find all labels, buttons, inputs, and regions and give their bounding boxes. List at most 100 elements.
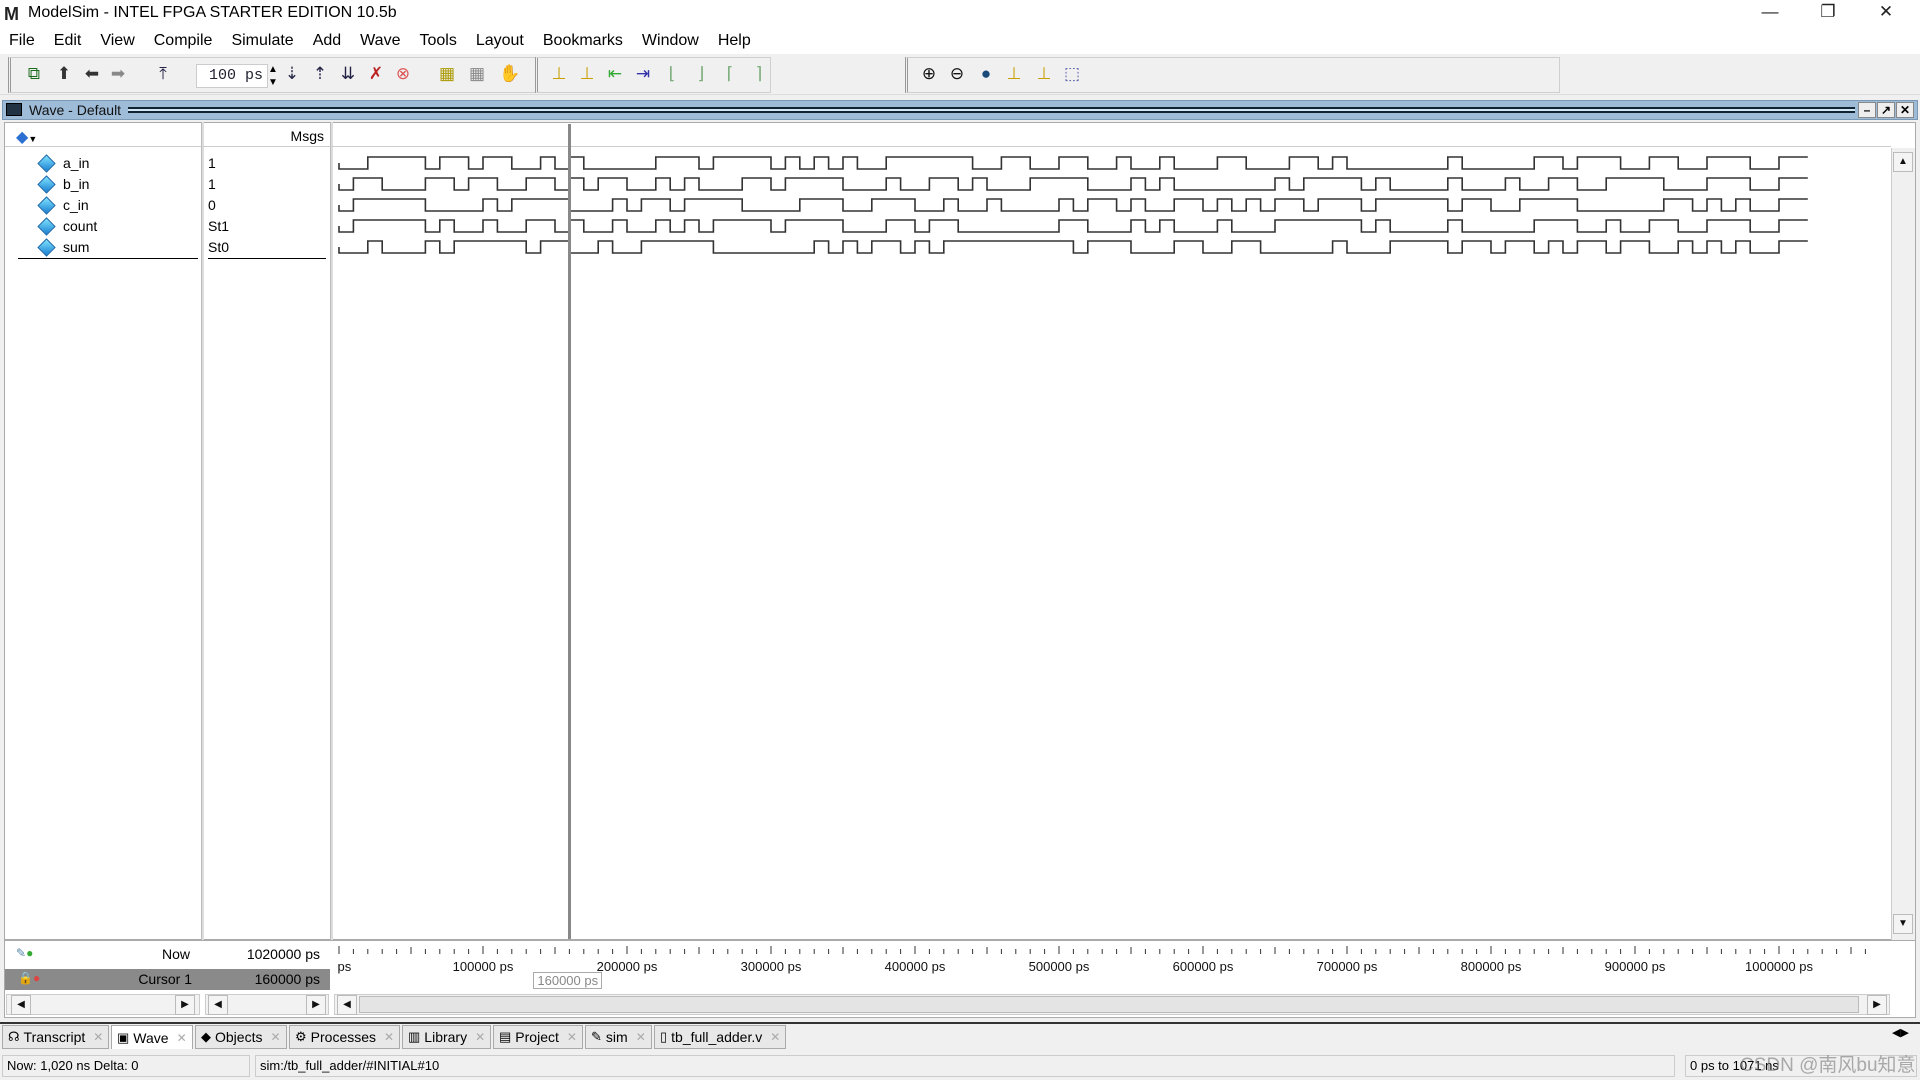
previous-rising-edge-icon[interactable]: ⌈	[718, 62, 742, 86]
pane-minimize-button[interactable]: –	[1858, 102, 1876, 118]
zoom-cursor-icon[interactable]: ⊥	[1002, 62, 1026, 86]
signal-row-c_in[interactable]: c_in	[37, 195, 89, 215]
insert-cursor-icon[interactable]: ⊥	[547, 62, 571, 86]
copy-icon[interactable]: ⧉	[22, 62, 46, 86]
next-rising-edge-icon[interactable]: ⌉	[747, 62, 771, 86]
cursor-value[interactable]: 160000 ps	[208, 971, 320, 987]
wave-hscrollbar[interactable]: ◀ ▶	[334, 994, 1890, 1015]
menu-file[interactable]: File	[8, 32, 36, 50]
menu-simulate[interactable]: Simulate	[230, 32, 294, 50]
waveform-a_in[interactable]	[338, 156, 1808, 170]
close-tab-icon[interactable]: ✕	[567, 1030, 577, 1044]
scroll-left-button[interactable]: ◀	[337, 995, 357, 1015]
scroll-right-button[interactable]: ▶	[306, 995, 326, 1015]
menu-view[interactable]: View	[99, 32, 135, 50]
scroll-right-button[interactable]: ▶	[1867, 995, 1887, 1015]
break-icon[interactable]: ✗	[364, 62, 388, 86]
minimize-button[interactable]: —	[1750, 2, 1790, 26]
signal-row-sum[interactable]: sum	[37, 237, 89, 257]
pane-drag-handle[interactable]	[128, 107, 1855, 113]
lock-cursor-icon[interactable]: 🔒●	[18, 971, 40, 985]
tab-objects[interactable]: ◆ Objects ✕	[195, 1025, 287, 1049]
column-divider[interactable]	[330, 122, 333, 940]
stop-icon[interactable]: ⊗	[391, 62, 415, 86]
menu-edit[interactable]: Edit	[53, 32, 83, 50]
close-tab-icon[interactable]: ✕	[636, 1030, 646, 1044]
next-edge-icon[interactable]: ⇥	[631, 62, 655, 86]
waveform-canvas[interactable]	[334, 148, 1890, 268]
signal-row-count[interactable]: count	[37, 216, 97, 236]
scroll-down-button[interactable]: ▼	[1893, 914, 1913, 934]
pane-close-button[interactable]: ✕	[1896, 102, 1914, 118]
add-cursor-icon[interactable]: ✎●	[16, 946, 33, 960]
continue-run-icon[interactable]: ⇡	[308, 62, 332, 86]
waveform-c_in[interactable]	[338, 198, 1808, 212]
menu-window[interactable]: Window	[641, 32, 700, 50]
forward-arrow-icon[interactable]: ➡	[106, 62, 130, 86]
column-divider[interactable]	[201, 122, 204, 940]
menu-bookmarks[interactable]: Bookmarks	[542, 32, 624, 50]
waveform-count[interactable]	[338, 219, 1808, 233]
add-signal-menu-icon[interactable]: ◆▼	[16, 127, 37, 147]
delete-cursor-icon[interactable]: ⊥	[575, 62, 599, 86]
scroll-right-button[interactable]: ▶	[175, 995, 195, 1015]
values-hscrollbar[interactable]: ◀ ▶	[205, 994, 329, 1015]
zoom-out-icon[interactable]: ⊖	[945, 62, 969, 86]
tab-library[interactable]: ▥ Library ✕	[402, 1025, 492, 1049]
close-tab-icon[interactable]: ✕	[177, 1031, 187, 1045]
run-icon[interactable]: ⇣	[280, 62, 304, 86]
tab-processes[interactable]: ⚙ Processes ✕	[289, 1025, 401, 1049]
memory-profile-icon[interactable]: ▦	[465, 62, 489, 86]
waveform-sum[interactable]	[338, 240, 1808, 254]
scroll-left-button[interactable]: ◀	[208, 995, 228, 1015]
next-falling-edge-icon[interactable]: ⌋	[689, 62, 713, 86]
scroll-thumb[interactable]	[359, 996, 1859, 1013]
tab-project[interactable]: ▤ Project ✕	[493, 1025, 583, 1049]
menu-help[interactable]: Help	[717, 32, 752, 50]
menu-layout[interactable]: Layout	[475, 32, 525, 50]
menu-tools[interactable]: Tools	[418, 32, 457, 50]
cursor-label[interactable]: Cursor 1	[100, 971, 192, 987]
hand-icon[interactable]: ✋	[498, 62, 522, 86]
close-tab-icon[interactable]: ✕	[93, 1030, 103, 1044]
previous-edge-icon[interactable]: ⇤	[603, 62, 627, 86]
tab-transcript[interactable]: ☊ Transcript ✕	[2, 1025, 110, 1049]
scroll-up-button[interactable]: ▲	[1893, 152, 1913, 172]
close-tab-icon[interactable]: ✕	[270, 1030, 280, 1044]
vertical-scrollbar[interactable]: ▲ ▼	[1891, 148, 1915, 940]
menu-wave[interactable]: Wave	[359, 32, 401, 50]
close-tab-icon[interactable]: ✕	[384, 1030, 394, 1044]
pane-undock-button[interactable]: ↗	[1877, 102, 1895, 118]
back-arrow-icon[interactable]: ⬅	[80, 62, 104, 86]
performance-profile-icon[interactable]: ▦	[435, 62, 459, 86]
menu-compile[interactable]: Compile	[153, 32, 214, 50]
restart-icon[interactable]: ⤒	[151, 62, 175, 86]
run-length-input[interactable]: 100 ps	[196, 64, 268, 88]
waveform-b_in[interactable]	[338, 177, 1808, 191]
tab-sim[interactable]: ✎ sim ✕	[585, 1025, 652, 1049]
signal-row-a_in[interactable]: a_in	[37, 153, 89, 173]
previous-falling-edge-icon[interactable]: ⌊	[660, 62, 684, 86]
axis-tick-label: 1000000 ps	[1745, 959, 1813, 974]
close-tab-icon[interactable]: ✕	[475, 1030, 485, 1044]
zoom-full-icon[interactable]: ●	[974, 62, 998, 86]
close-button[interactable]: ✕	[1866, 2, 1906, 26]
menu-add[interactable]: Add	[312, 32, 342, 50]
scroll-left-button[interactable]: ◀	[11, 995, 31, 1015]
tab-tb-full-adder-v[interactable]: ▯ tb_full_adder.v ✕	[654, 1025, 787, 1049]
cursor-1-line[interactable]	[568, 124, 572, 939]
zoom-in-icon[interactable]: ⊕	[917, 62, 941, 86]
tab-label: Objects	[215, 1029, 263, 1045]
run-all-icon[interactable]: ⇊	[336, 62, 360, 86]
close-tab-icon[interactable]: ✕	[770, 1030, 780, 1044]
names-hscrollbar[interactable]: ◀ ▶	[6, 994, 200, 1015]
cursor-time-tag[interactable]: 160000 ps	[533, 972, 603, 989]
run-length-spinner[interactable]: ▲ ▼	[268, 63, 278, 89]
tab-scroll-arrows[interactable]: ◀▶	[1892, 1026, 1909, 1039]
tab-wave[interactable]: ▣ Wave ✕	[111, 1025, 193, 1049]
restore-button[interactable]: ❐	[1808, 2, 1848, 26]
zoom-between-cursors-icon[interactable]: ⊥	[1032, 62, 1056, 86]
up-arrow-icon[interactable]: ⬆	[52, 62, 76, 86]
zoom-region-icon[interactable]: ⬚	[1060, 62, 1084, 86]
signal-row-b_in[interactable]: b_in	[37, 174, 89, 194]
